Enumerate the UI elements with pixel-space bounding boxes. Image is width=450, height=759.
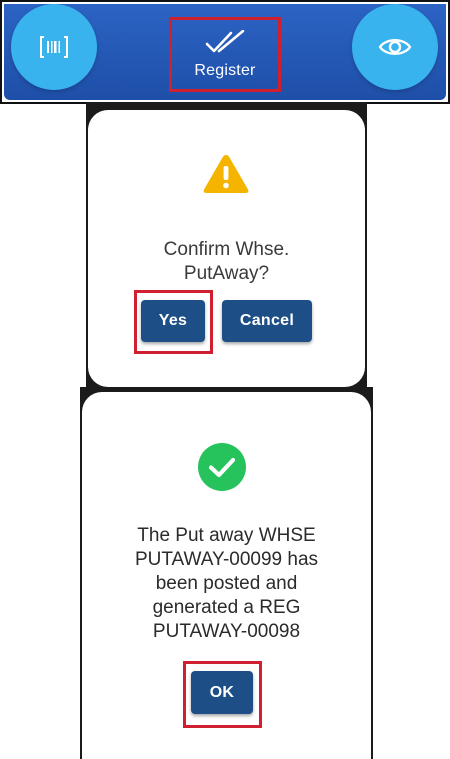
- double-check-icon: [205, 29, 245, 52]
- success-message-line: PUTAWAY-00099 has: [134, 549, 319, 570]
- register-label: Register: [194, 61, 256, 79]
- success-dialog-panel: The Put away WHSE PUTAWAY-00099 has been…: [80, 387, 373, 759]
- view-button[interactable]: [352, 4, 438, 90]
- success-message-line: The Put away WHSE: [137, 525, 316, 546]
- barcode-scan-icon: [40, 36, 68, 58]
- action-bar-panel: Register: [0, 0, 450, 104]
- success-message-line: been posted and: [155, 573, 298, 594]
- yes-button[interactable]: Yes: [141, 300, 205, 342]
- confirm-dialog-panel: Confirm Whse. PutAway? Yes Cancel: [86, 102, 367, 389]
- confirm-dialog: Confirm Whse. PutAway? Yes Cancel: [88, 110, 365, 387]
- success-message: The Put away WHSE PUTAWAY-00099 has been…: [82, 524, 371, 644]
- success-message-line: PUTAWAY-00098: [152, 621, 301, 642]
- register-button[interactable]: Register: [172, 20, 278, 89]
- warning-icon: [203, 155, 249, 193]
- confirm-message-line: PutAway?: [183, 263, 270, 284]
- check-circle-icon: [198, 443, 246, 491]
- ok-button[interactable]: OK: [191, 671, 253, 714]
- scan-button[interactable]: [11, 4, 97, 90]
- cancel-button[interactable]: Cancel: [222, 300, 312, 342]
- confirm-message-line: Confirm Whse.: [163, 239, 290, 260]
- confirm-message: Confirm Whse. PutAway?: [88, 238, 365, 286]
- eye-icon: [378, 39, 412, 55]
- success-dialog: The Put away WHSE PUTAWAY-00099 has been…: [82, 392, 371, 759]
- success-message-line: generated a REG: [152, 597, 301, 618]
